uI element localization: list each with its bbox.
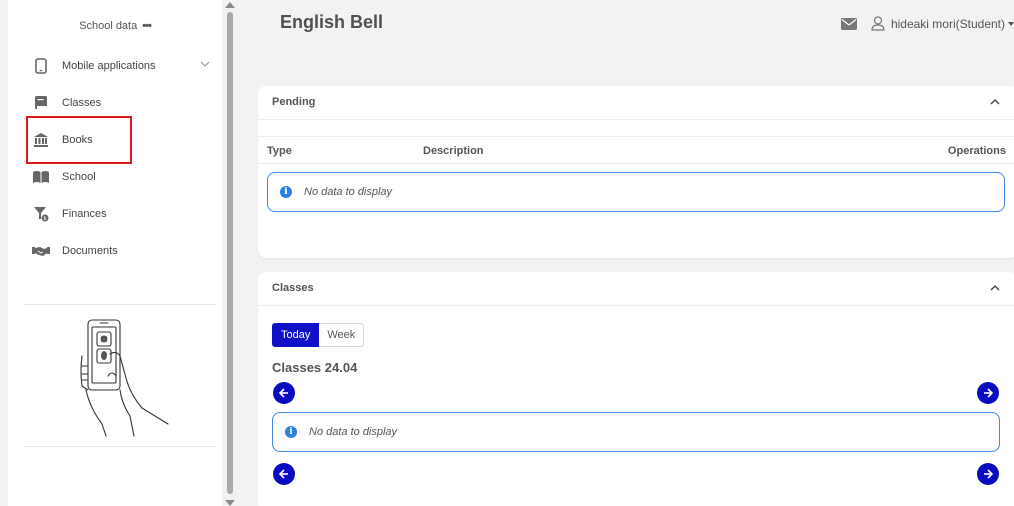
previous-button[interactable] (273, 463, 295, 485)
finance-filter-icon: $ (32, 205, 50, 223)
next-button[interactable] (977, 382, 999, 404)
column-header-type[interactable]: Type (267, 145, 292, 157)
pending-empty-message: i No data to display (267, 172, 1005, 212)
sidebar-item-label: School (62, 170, 96, 183)
classes-card: Classes Today Week Classes 24.04 i No da… (258, 272, 1014, 506)
sidebar-divider (24, 446, 216, 447)
sidebar-item-mobile-applications[interactable]: Mobile applications (8, 47, 222, 84)
books-highlight-box (26, 116, 132, 164)
pending-card-header[interactable]: Pending (258, 86, 1014, 120)
tab-week[interactable]: Week (319, 323, 365, 347)
sidebar-item-label: Documents (62, 244, 118, 257)
scroll-down-arrow-icon[interactable] (225, 500, 235, 506)
open-book-icon (32, 168, 50, 186)
phone-hand-illustration (68, 316, 178, 443)
sidebar-item-label: Finances (62, 207, 107, 220)
empty-message-text: No data to display (304, 186, 393, 198)
caret-down-icon[interactable] (1008, 21, 1014, 26)
pending-card: Pending Type Description Operations i No… (258, 86, 1014, 258)
classes-card-header[interactable]: Classes (258, 272, 1014, 306)
user-icon[interactable] (871, 16, 885, 31)
mail-icon[interactable] (840, 17, 857, 30)
scrollbar[interactable] (222, 0, 238, 506)
classes-title: Classes (272, 282, 314, 294)
column-header-description[interactable]: Description (423, 145, 484, 157)
chevron-down-icon[interactable] (200, 59, 210, 71)
user-name[interactable]: hideaki mori(Student) (891, 17, 1005, 31)
tab-today[interactable]: Today (272, 323, 320, 347)
classes-date-heading: Classes 24.04 (272, 360, 358, 375)
arrow-right-icon (984, 469, 993, 479)
arrow-right-icon (984, 388, 993, 398)
sidebar-item-finances[interactable]: $ Finances (8, 195, 222, 232)
sidebar-item-label: Mobile applications (62, 59, 156, 72)
mobile-icon (32, 57, 50, 75)
classes-tabs: Today Week (272, 323, 365, 347)
svg-text:$: $ (43, 216, 46, 222)
chevron-up-icon[interactable] (990, 98, 1000, 105)
arrow-left-icon (279, 469, 288, 479)
info-icon: i (280, 186, 292, 198)
classes-book-icon (32, 94, 50, 112)
pending-title: Pending (272, 96, 316, 108)
sidebar-divider (24, 304, 216, 305)
more-icon[interactable]: ••• (142, 20, 152, 32)
pending-table-header: Type Description Operations (258, 136, 1014, 164)
school-data-label: School data (79, 20, 138, 32)
column-header-operations[interactable]: Operations (948, 145, 1006, 157)
handshake-icon (32, 242, 50, 260)
sidebar-item-label: Classes (62, 96, 102, 109)
scroll-up-arrow-icon[interactable] (225, 2, 235, 8)
classes-empty-message: i No data to display (272, 412, 1000, 452)
sidebar: School data ••• Mobile applications Clas… (0, 0, 222, 506)
header-user-area: hideaki mori(Student) (840, 16, 1014, 31)
arrow-left-icon (279, 388, 288, 398)
page-title: English Bell (280, 12, 384, 32)
school-data-header[interactable]: School data ••• (8, 20, 222, 32)
sidebar-item-documents[interactable]: Documents (8, 232, 222, 269)
scrollbar-thumb[interactable] (227, 12, 233, 494)
previous-button[interactable] (273, 382, 295, 404)
empty-message-text: No data to display (309, 426, 398, 438)
next-button[interactable] (977, 463, 999, 485)
chevron-up-icon[interactable] (990, 284, 1000, 291)
info-icon: i (285, 426, 297, 438)
